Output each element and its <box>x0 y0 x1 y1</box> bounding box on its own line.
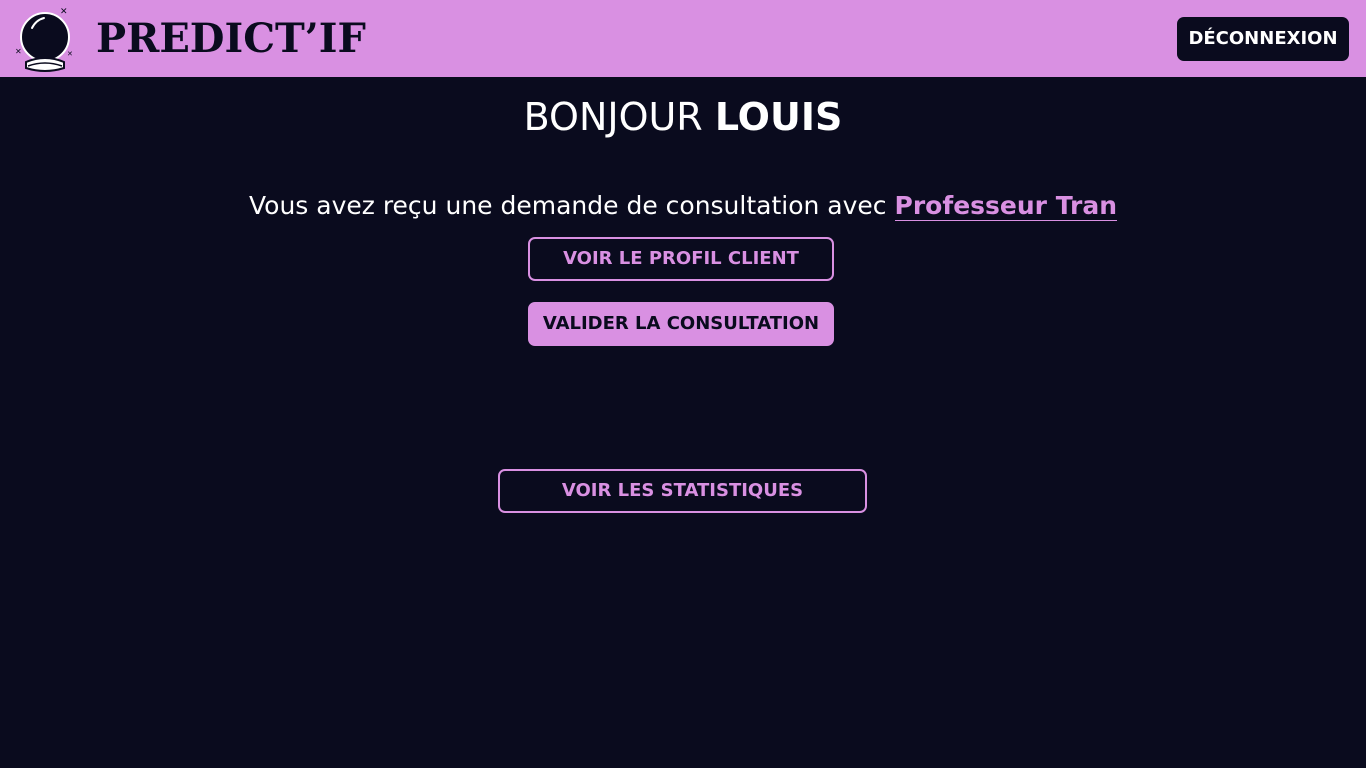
view-client-profile-button[interactable]: VOIR LE PROFIL CLIENT <box>528 237 834 281</box>
brand-logo-text[interactable]: PREDICT’IF <box>96 14 366 64</box>
medium-link[interactable]: Professeur Tran <box>894 191 1118 221</box>
greeting-prefix: BONJOUR <box>523 95 703 139</box>
logout-button[interactable]: DÉCONNEXION <box>1177 17 1349 61</box>
message-text: Vous avez reçu une demande de consultati… <box>248 191 887 220</box>
svg-text:✕: ✕ <box>60 7 68 17</box>
page-title: BONJOUR LOUIS <box>0 92 1366 142</box>
svg-text:✕: ✕ <box>67 50 73 58</box>
view-statistics-button[interactable]: VOIR LES STATISTIQUES <box>498 469 867 513</box>
svg-text:✕: ✕ <box>15 47 22 56</box>
user-name: LOUIS <box>714 95 843 139</box>
top-bar: ✕ ✕ ✕ PREDICT’IF DÉCONNEXION <box>0 0 1366 77</box>
consultation-message: Vous avez reçu une demande de consultati… <box>0 187 1366 225</box>
validate-consultation-button[interactable]: VALIDER LA CONSULTATION <box>528 302 834 346</box>
crystal-ball-icon: ✕ ✕ ✕ <box>15 7 73 72</box>
